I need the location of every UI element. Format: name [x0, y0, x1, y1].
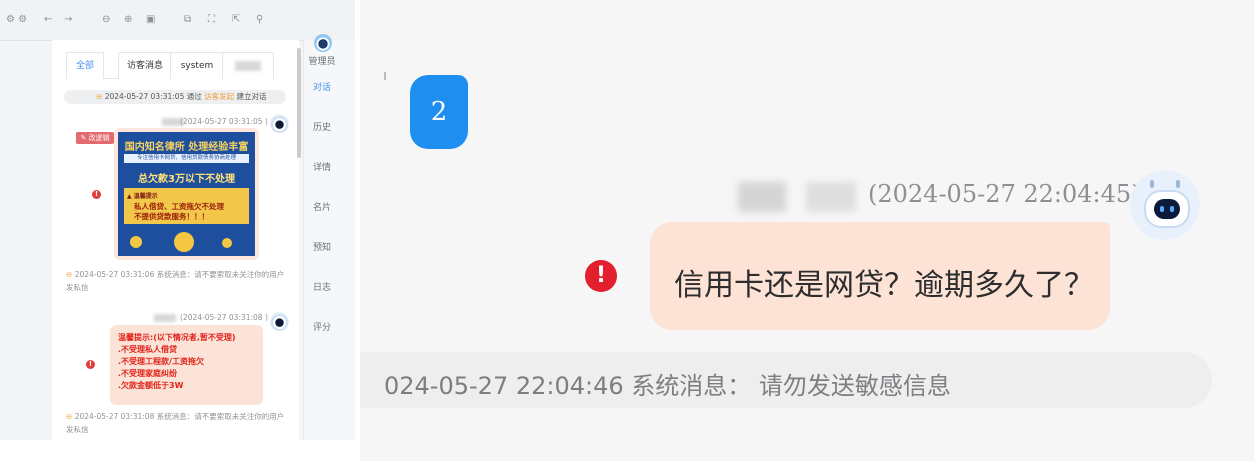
right-sidebar: 管理员 对话 历史 详情 名片 预知 日志 评分: [303, 34, 355, 440]
ad-poster-image: 国内知名律所 处理经验丰富 专注信用卡网贷、信用贷款债务协商处理 总欠款3万以下…: [118, 132, 255, 256]
warm-line-4: .不受理家庭纠纷: [118, 369, 178, 378]
antenna: [1176, 180, 1180, 188]
robot-eye: [1160, 206, 1164, 212]
message-text: 信用卡还是网贷？逾期多久了？: [674, 268, 1094, 303]
redacted-visitor-name: [154, 314, 176, 322]
session-action: 建立对话: [236, 92, 267, 101]
antenna: [1150, 180, 1154, 188]
share-icon[interactable]: ⇱: [232, 14, 240, 26]
zoom-out-icon[interactable]: ⊖: [102, 14, 110, 26]
clock-icon: ⊖: [96, 92, 103, 101]
sidebar-item-card[interactable]: 名片: [304, 200, 340, 213]
clock-icon: ⊖: [66, 412, 73, 421]
chat-window-small: ⚙ ⚙ ← → ⊖ ⊕ ▣ ⧉ ⛶ ⇱ ⚲ 全部 访客消息 system ⊖ 2…: [0, 0, 355, 440]
session-via: 通过: [186, 92, 202, 101]
sidebar-item-chat[interactable]: 对话: [304, 80, 340, 93]
redacted-visitor-name: [738, 182, 786, 212]
poster-headline: 总欠款3万以下不处理: [138, 174, 235, 185]
admin-avatar[interactable]: [314, 34, 332, 52]
edit-tag[interactable]: ✎ 改逻辑: [76, 132, 114, 144]
zoom-in-icon[interactable]: ⊕: [124, 14, 132, 26]
warm-line-3: .不受理工程款/工资拖欠: [118, 357, 204, 366]
poster-warning-line-2: 不提供贷款服务！！！: [134, 212, 209, 221]
poster-subtitle: 专注信用卡网贷、信用贷款债务协商处理: [124, 154, 249, 163]
message-bubble[interactable]: 信用卡还是网贷？逾期多久了？: [650, 222, 1110, 330]
copy-icon[interactable]: ⧉: [184, 14, 191, 26]
zoomed-message-view: 2 (2024-05-27 22:04:45) ! 信用卡还是网贷？逾期多久了？…: [360, 0, 1254, 461]
message-time: (2024-05-27 03:31:05 ): [180, 117, 268, 126]
bot-avatar: [1130, 170, 1200, 240]
tab-visitor-messages[interactable]: 访客消息: [118, 52, 172, 79]
toolbar: ⚙ ⚙ ← → ⊖ ⊕ ▣ ⧉ ⛶ ⇱ ⚲: [0, 0, 355, 41]
warning-icon: !: [86, 360, 95, 369]
message-time: (2024-05-27 22:04:45): [868, 180, 1141, 208]
session-source[interactable]: 访客发起: [204, 92, 234, 101]
admin-label: 管理员: [308, 57, 336, 67]
poster-warning-box: ▲ 温馨提示 私人借贷、工资拖欠不处理 不提供贷款服务！！！: [124, 188, 249, 224]
warning-icon: !: [92, 190, 101, 199]
chat-panel: 全部 访客消息 system ⊖ 2024-05-27 03:31:05 通过 …: [52, 40, 299, 440]
system-message-text: 024-05-27 22:04:46 系统消息： 请勿发送敏感信息: [384, 372, 951, 400]
robot-screen: [1154, 199, 1180, 219]
session-bar: ⊖ 2024-05-27 03:31:05 通过 访客发起 建立对话: [64, 90, 286, 104]
warning-icon: !: [585, 260, 617, 292]
robot-eye: [1170, 206, 1174, 212]
coin-icon: [222, 238, 232, 248]
tab-all[interactable]: 全部: [66, 52, 104, 79]
settings-icon[interactable]: ⚙ ⚙: [6, 14, 27, 26]
back-arrow-icon[interactable]: ←: [44, 14, 52, 26]
coin-icon: [130, 236, 142, 248]
divider: [384, 72, 386, 80]
screenshot-icon[interactable]: ⛶: [208, 14, 215, 26]
clock-icon: ⊖: [66, 270, 73, 279]
image-message[interactable]: 国内知名律所 处理经验丰富 专注信用卡网贷、信用贷款债务协商处理 总欠款3万以下…: [114, 128, 259, 260]
sidebar-item-details[interactable]: 详情: [304, 160, 340, 173]
warm-line-5: .欠款金额低于3W: [118, 381, 184, 390]
tab-redacted[interactable]: [222, 52, 274, 79]
redacted-visitor-name: [806, 182, 856, 212]
message-time: (2024-05-27 03:31:08 ): [180, 313, 268, 322]
poster-title: 国内知名律所 处理经验丰富: [124, 142, 249, 153]
system-message-bar: 024-05-27 22:04:46 系统消息： 请勿发送敏感信息: [360, 352, 1212, 408]
system-note-2: ⊖ 2024-05-27 03:31:08 系统消息：请不要索取未关注你的用户发…: [66, 410, 286, 436]
sidebar-item-rating[interactable]: 评分: [304, 320, 340, 333]
step-number-badge: 2: [410, 75, 468, 149]
note-time: 2024-05-27 03:31:06: [74, 270, 155, 279]
tab-bar: 全部 访客消息 system: [66, 52, 274, 79]
bot-avatar: [270, 114, 289, 133]
fit-icon[interactable]: ▣: [146, 14, 155, 26]
sidebar-item-preview[interactable]: 预知: [304, 240, 340, 253]
sidebar-item-log[interactable]: 日志: [304, 280, 340, 293]
redacted-tab-label: [235, 61, 261, 71]
forward-arrow-icon[interactable]: →: [64, 14, 72, 26]
tab-system[interactable]: system: [170, 52, 224, 79]
system-note-1: ⊖ 2024-05-27 03:31:06 系统消息：请不要索取未关注你的用户发…: [66, 268, 286, 294]
pin-icon[interactable]: ⚲: [256, 14, 263, 26]
coin-icon: [174, 232, 194, 252]
warm-line-1: 温馨提示:(以下情况者,暂不受理): [118, 333, 236, 342]
poster-warning-title: ▲ 温馨提示: [127, 193, 158, 200]
warm-line-2: .不受理私人借贷: [118, 345, 178, 354]
note-time: 2024-05-27 03:31:08: [74, 412, 155, 421]
session-time: 2024-05-27 03:31:05: [104, 92, 185, 101]
bot-avatar: [270, 312, 289, 331]
robot-face-icon: [1144, 190, 1190, 228]
sidebar-item-history[interactable]: 历史: [304, 120, 340, 133]
scrollbar[interactable]: [297, 48, 301, 158]
message-bubble[interactable]: 温馨提示:(以下情况者,暂不受理) .不受理私人借贷 .不受理工程款/工资拖欠 …: [110, 325, 263, 405]
